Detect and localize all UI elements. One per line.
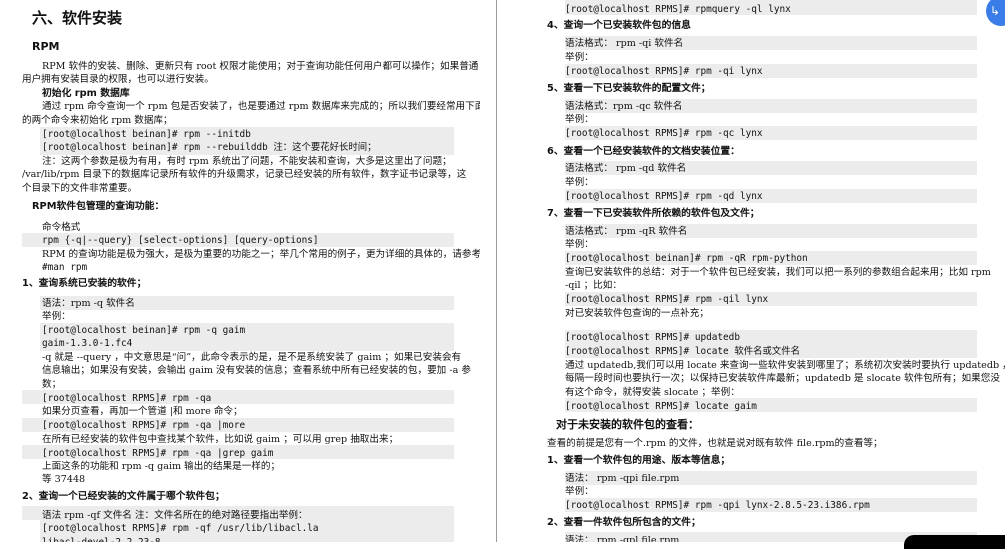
code-line: [root@localhost RPMS]# rpm -qc lynx	[565, 128, 763, 139]
text-line: /var/lib/rpm 目录下的数据库记录所有软件的升级需求，记录已经安装的所…	[22, 169, 467, 180]
code-line: [root@localhost RPMS]# rpm -qi lynx	[565, 66, 763, 77]
heading: 7、查看一下已安装软件所依赖的软件包及文件；	[547, 208, 760, 219]
text-line: 举例：	[565, 52, 594, 63]
text-line: 举例：	[565, 114, 594, 125]
code-line: [root@localhost RPMS]# rpm -qa |more	[42, 420, 246, 431]
text-line: 语法 rpm -qf 文件名 注：文件名所在的绝对路径要指出举例：	[42, 510, 308, 521]
heading: 对于未安装的软件包的查看：	[556, 418, 699, 431]
heading: 6、查看一个已经安装软件的文档安装位置：	[547, 146, 740, 157]
code-line: [root@localhost RPMS]# rpm -qf /usr/lib/…	[42, 523, 319, 534]
text-line: 个目录下的文件非常重要。	[22, 183, 138, 194]
heading: 初始化 rpm 数据库	[42, 88, 130, 99]
code-line: [root@localhost beinan]# rpm -qR rpm-pyt…	[565, 253, 808, 264]
text-line: 语法：rpm -q 软件名	[42, 298, 135, 309]
floating-toolbar[interactable]	[904, 535, 1005, 549]
text-line: 举例：	[565, 486, 594, 497]
text-line: -q 就是 --query ，中文意思是“问”，此命令表示的是，是不是系统安装了…	[42, 352, 462, 363]
text-line: 注：这两个参数是极为有用，有时 rpm 系统出了问题，不能安装和查询，大多是这里…	[42, 156, 452, 167]
heading: 2、查看一件软件包所包含的文件；	[547, 517, 701, 528]
text-line: 对已安装软件包查询的一点补充；	[565, 308, 709, 319]
heading: 5、查看一下已安装软件的配置文件；	[547, 83, 711, 94]
code-line: rpm {-q|--query} [select-options] [query…	[42, 235, 319, 246]
text-line: 查看的前提是您有一个.rpm 的文件，也就是说对既有软件 file.rpm的查看…	[547, 438, 883, 449]
code-line: [root@localhost RPMS]# rpm -qa |grep gai…	[42, 448, 274, 459]
text-line: 信息输出；如果没有安装，会输出 gaim 没有安装的信息；查看系统中所有已经安装…	[42, 365, 471, 376]
heading: 4、查询一个已安装软件包的信息	[547, 20, 691, 31]
code-line: [root@localhost RPMS]# rpm -qa	[42, 393, 212, 404]
text-line: 通过 updatedb,我们可以用 locate 来查询一些软件安装到哪里了；系…	[565, 360, 1005, 371]
code-line: [root@localhost RPMS]# updatedb	[565, 332, 740, 343]
heading: 六、软件安装	[32, 9, 123, 27]
heading: RPM软件包管理的查询功能：	[32, 201, 165, 212]
text-line: 语法格式： rpm -qR 软件名	[565, 226, 688, 237]
text-line: 通过 rpm 命令查询一个 rpm 包是否安装了，也是要通过 rpm 数据库来完…	[42, 101, 480, 112]
heading: 1、查询系统已安装的软件；	[22, 278, 147, 289]
heading: RPM	[32, 40, 60, 53]
code-line: [root@localhost beinan]# rpm --initdb	[42, 129, 251, 140]
code-line: [root@localhost RPMS]# rpmquery -ql lynx	[565, 4, 791, 15]
text-line: -qil ；比如：	[565, 280, 622, 291]
code-line: [root@localhost beinan]# rpm --rebuilddb…	[42, 142, 377, 153]
code-line: libacl-devel-2.2.23-8	[42, 536, 161, 542]
code-line: #man rpm	[42, 262, 88, 273]
code-line: [root@localhost RPMS]# rpm -qpi lynx-2.8…	[565, 500, 870, 511]
text-line: 语法格式： rpm -qd 软件名	[565, 163, 687, 174]
code-line: [root@localhost beinan]# rpm -q gaim	[42, 325, 246, 336]
text-line: 命令格式	[42, 222, 81, 233]
text-line: 有这个命令，就得安装 slocate ；举例：	[565, 387, 740, 398]
code-line: [root@localhost RPMS]# locate 软件名或文件名	[565, 346, 800, 357]
document-page-left: 六、软件安装 RPM RPM 软件的安装、删除、更新只有 root 权限才能使用；对…	[0, 0, 480, 542]
code-line: [root@localhost RPMS]# rpm -qd lynx	[565, 191, 763, 202]
text-line: 举例：	[42, 311, 71, 322]
text-line: 语法格式：rpm -qc 软件名	[565, 101, 683, 112]
code-line: [root@localhost RPMS]# locate gaim	[565, 401, 757, 412]
text-line: 数；	[42, 379, 62, 390]
text-line: 语法： rpm -qpi file.rpm	[565, 473, 680, 484]
code-line: gaim-1.3.0-1.fc4	[42, 338, 133, 349]
text-line: RPM 的查询功能是极为强大，是极为重要的功能之一；举几个常用的例子，更为详细的…	[42, 249, 480, 260]
text-line: 如果分页查看，再加一个管道 |和 more 命令；	[42, 406, 243, 417]
text-line: RPM 软件的安装、删除、更新只有 root 权限才能使用；对于查询功能任何用户…	[42, 61, 479, 72]
code-line: [root@localhost RPMS]# rpm -qil lynx	[565, 294, 769, 305]
heading: 1、查看一个软件包的用途、版本等信息；	[547, 455, 731, 466]
text-line: 每隔一段时间也要执行一次；以保持已安装软件库最新；updatedb 是 sloc…	[565, 373, 1000, 384]
text-line: 查询已安装软件的总结：对于一个软件包已经安装，我们可以把一系列的参数组合起来用；…	[565, 267, 991, 278]
page-divider	[496, 0, 497, 542]
text-line: 用户拥有安装目录的权限，也可以进行安装。	[22, 74, 214, 85]
text-line: 举例：	[565, 177, 594, 188]
text-line: 上面这条的功能和 rpm -q gaim 输出的结果是一样的；	[42, 461, 281, 472]
text-line: 等 37448	[42, 474, 86, 485]
text-line: 的两个命令来初始化 rpm 数据库；	[22, 115, 173, 126]
text-line: 语法格式： rpm -qi 软件名	[565, 38, 684, 49]
heading: 2、查询一个已经安装的文件属于哪个软件包；	[22, 491, 225, 502]
document-page-right: [root@localhost RPMS]# rpmquery -ql lynx…	[500, 0, 1005, 542]
text-line: 举例：	[565, 239, 594, 250]
text-line: 语法： rpm -qpl file.rpm	[565, 535, 680, 542]
text-line: 在所有已经安装的软件包中查找某个软件，比如说 gaim ；可以用 grep 抽取…	[42, 434, 399, 445]
